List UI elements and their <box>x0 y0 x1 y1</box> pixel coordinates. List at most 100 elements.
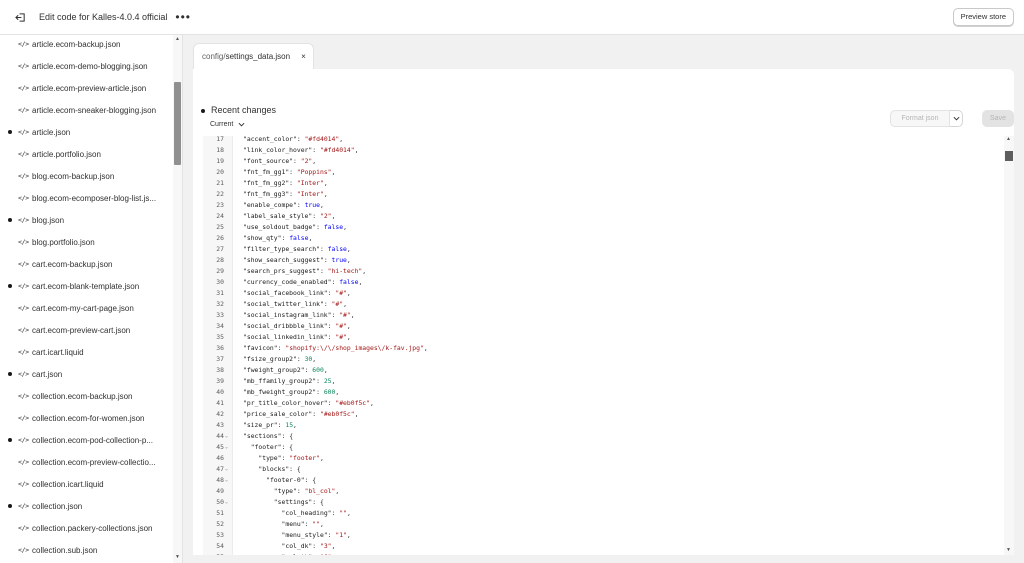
file-list-item[interactable]: </> article.portfolio.json <box>0 143 172 165</box>
file-list-item[interactable]: </> article.json <box>0 121 172 143</box>
code-text: "social_linkedin_link": "#", <box>243 333 351 341</box>
file-list-item[interactable]: </> cart.ecom-preview-cart.json <box>0 319 172 341</box>
editor-scrollbar[interactable] <box>1004 136 1014 555</box>
code-text: "social_facebook_link": "#", <box>243 289 351 297</box>
scroll-down-arrow-icon[interactable]: ▼ <box>175 554 180 560</box>
file-list-item[interactable]: </> collection.ecom-for-women.json <box>0 407 172 429</box>
code-file-icon: </> <box>18 128 29 136</box>
line-end: , <box>346 256 351 264</box>
json-value: "bl_col" <box>304 487 336 495</box>
code-file-icon: </> <box>18 546 29 554</box>
page-title: Edit code for Kalles-4.0.4 official <box>39 12 168 22</box>
file-name: cart.json <box>32 369 63 379</box>
code-text: "fnt_fm_gg2": "Inter", <box>243 179 328 187</box>
code-file-icon: </> <box>18 370 29 378</box>
scroll-up-arrow-icon[interactable]: ▲ <box>175 36 180 42</box>
fold-chevron-icon[interactable]: ⌄ <box>225 431 228 442</box>
file-list-item[interactable]: </> article.ecom-sneaker-blogging.json <box>0 99 172 121</box>
file-list-item[interactable]: </> cart.ecom-my-cart-page.json <box>0 297 172 319</box>
file-list-item[interactable]: </> cart.json <box>0 363 172 385</box>
fold-chevron-icon[interactable]: ⌄ <box>225 442 228 453</box>
code-line: 49 "type": "bl_col", <box>203 486 1003 497</box>
version-select[interactable]: Current <box>210 121 245 128</box>
format-options-button[interactable] <box>950 110 963 127</box>
code-text: "col_dk": "3", <box>281 542 336 550</box>
file-list-item[interactable]: </> article.ecom-backup.json <box>0 35 172 55</box>
code-file-icon: </> <box>18 458 29 466</box>
code-editor[interactable]: 17 "accent_color": "#fd4014", 18 "link_colo… <box>203 136 1014 555</box>
line-end: , <box>331 168 336 176</box>
json-key: "fnt_fm_gg3" <box>243 190 290 198</box>
json-key: "fnt_fm_gg1" <box>243 168 290 176</box>
json-key: "col_heading" <box>281 509 332 517</box>
file-list-item[interactable]: </> collection.icart.liquid <box>0 473 172 495</box>
file-list-item[interactable]: </> collection.ecom-pod-collection-p... <box>0 429 172 451</box>
line-number: 19 <box>216 157 224 165</box>
json-value: "2" <box>300 157 313 165</box>
code-text: "col_heading": "", <box>281 509 351 517</box>
json-key: "show_qty" <box>243 234 282 242</box>
fold-chevron-icon[interactable]: ⌄ <box>225 464 228 475</box>
save-button[interactable]: Save <box>982 110 1014 127</box>
file-name: collection.ecom-preview-collectio... <box>32 457 156 467</box>
code-file-icon: </> <box>18 62 29 70</box>
file-list-item[interactable]: </> collection.json <box>0 495 172 517</box>
modified-dot <box>8 438 12 442</box>
file-list-item[interactable]: </> cart.icart.liquid <box>0 341 172 363</box>
line-number: 51 <box>216 509 224 517</box>
line-end: , <box>346 509 351 517</box>
file-list-item[interactable]: </> blog.ecom-backup.json <box>0 165 172 187</box>
file-name: blog.portfolio.json <box>32 237 95 247</box>
close-tab-icon[interactable]: × <box>301 52 306 61</box>
code-text: "accent_color": "#fd4014", <box>243 136 344 143</box>
line-number: 49 <box>216 487 224 495</box>
json-key: "social_facebook_link" <box>243 289 328 297</box>
file-list-item[interactable]: </> blog.portfolio.json <box>0 231 172 253</box>
line-number: 52 <box>216 520 224 528</box>
file-name: article.ecom-demo-blogging.json <box>32 61 148 71</box>
line-number: 40 <box>216 388 224 396</box>
file-list-item[interactable]: </> collection.ecom-backup.json <box>0 385 172 407</box>
line-end: , <box>423 344 428 352</box>
file-list-item[interactable]: </> article.ecom-preview-article.json <box>0 77 172 99</box>
code-text: "menu_style": "1", <box>281 531 351 539</box>
json-value: "#fd4014" <box>319 146 355 154</box>
exit-editor-button[interactable] <box>10 7 30 27</box>
line-end: , <box>323 190 328 198</box>
line-number: 27 <box>216 245 224 253</box>
file-list-item[interactable]: </> cart.ecom-blank-template.json <box>0 275 172 297</box>
file-list-item[interactable]: </> article.ecom-demo-blogging.json <box>0 55 172 77</box>
sidebar-scrollbar-thumb[interactable] <box>174 82 181 165</box>
json-key: "show_search_suggest" <box>243 256 324 264</box>
file-list-item[interactable]: </> collection.ecom-preview-collectio... <box>0 451 172 473</box>
code-file-icon: </> <box>18 84 29 92</box>
file-name: blog.ecom-backup.json <box>32 171 115 181</box>
code-text: "size_pr": 15, <box>243 421 297 429</box>
file-list-item[interactable]: </> collection.sub.json <box>0 539 172 561</box>
json-value: false <box>289 234 309 242</box>
file-list-item[interactable]: </> cart.ecom-backup.json <box>0 253 172 275</box>
scroll-up-arrow-icon[interactable]: ▲ <box>1006 136 1011 142</box>
more-actions-button[interactable]: ••• <box>175 11 191 23</box>
line-number: 48 <box>216 476 224 484</box>
preview-store-button[interactable]: Preview store <box>952 8 1014 26</box>
tab-settings-data-json[interactable]: config/ settings_data.json × <box>193 43 314 69</box>
code-file-icon: </> <box>18 524 29 532</box>
code-line: 38 "fweight_group2": 600, <box>203 365 1003 376</box>
line-end: , <box>319 454 324 462</box>
code-file-icon: </> <box>18 172 29 180</box>
fold-chevron-icon[interactable]: ⌄ <box>225 497 228 508</box>
json-value: "1" <box>335 531 347 539</box>
line-number: 31 <box>216 289 224 297</box>
code-file-icon: </> <box>18 216 29 224</box>
editor-scrollbar-thumb[interactable] <box>1005 151 1013 161</box>
json-value: 15 <box>285 421 294 429</box>
file-list-item[interactable]: </> blog.ecom-ecomposer-blog-list.js... <box>0 187 172 209</box>
scroll-down-arrow-icon[interactable]: ▼ <box>1006 547 1011 553</box>
fold-chevron-icon[interactable]: ⌄ <box>225 475 228 486</box>
json-key: "menu" <box>281 520 305 528</box>
file-list-item[interactable]: </> blog.json <box>0 209 172 231</box>
code-text: "sections": { <box>243 432 294 440</box>
file-list-item[interactable]: </> collection.packery-collections.json <box>0 517 172 539</box>
format-json-button[interactable]: Format json <box>890 110 950 127</box>
